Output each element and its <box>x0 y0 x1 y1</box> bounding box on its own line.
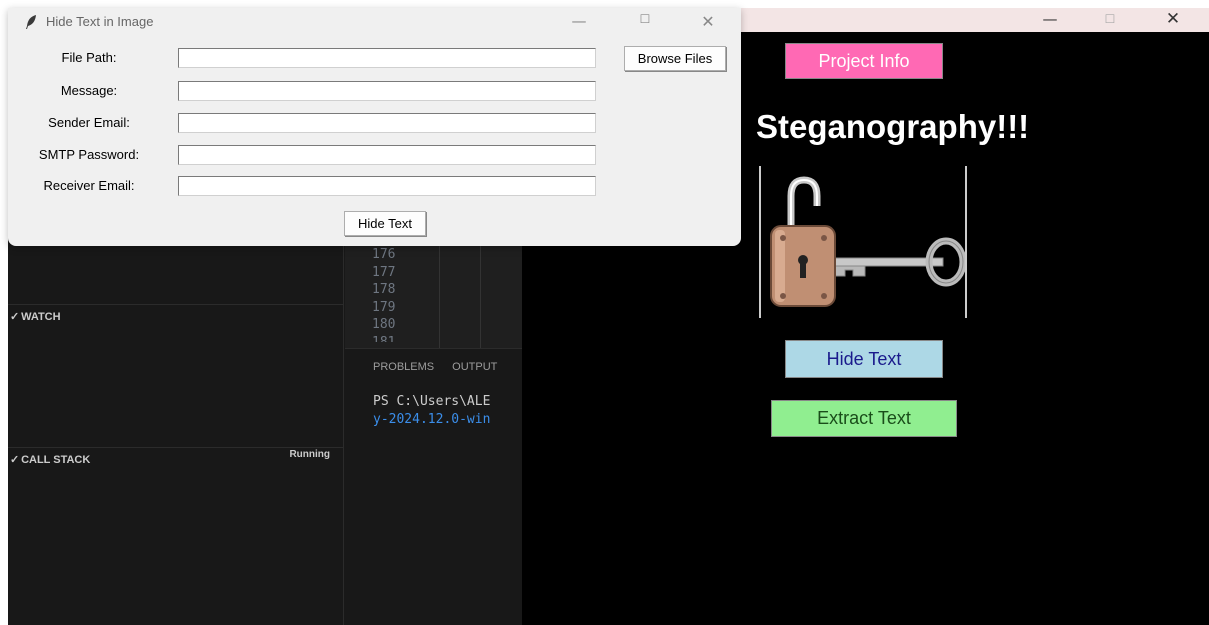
chevron-down-icon: ✓ <box>10 311 20 323</box>
extract-text-button[interactable]: Extract Text <box>771 400 957 437</box>
lock-image-frame <box>759 166 967 318</box>
hide-text-submit-button[interactable]: Hide Text <box>344 211 426 236</box>
dialog-titlebar[interactable]: Hide Text in Image — ☐ ✕ <box>8 8 741 38</box>
file-path-label: File Path: <box>61 50 117 65</box>
terminal-line: y-2024.12.0-win <box>373 412 491 427</box>
dialog-title: Hide Text in Image <box>46 14 154 29</box>
sender-email-input[interactable] <box>178 113 596 133</box>
sender-email-label: Sender Email: <box>48 115 130 130</box>
desktop: ✓ WATCH ✓ CALL STACK Running 176 177 178… <box>0 0 1209 625</box>
tab-output[interactable]: OUTPUT <box>452 361 497 373</box>
lock-key-icon <box>770 176 967 307</box>
terminal-line: PS C:\Users\ALE <box>373 394 491 409</box>
browse-files-button[interactable]: Browse Files <box>624 46 726 71</box>
callstack-status: Running <box>289 449 330 460</box>
smtp-password-label: SMTP Password: <box>38 147 140 162</box>
close-button[interactable]: ✕ <box>688 12 728 31</box>
watch-panel-header[interactable]: ✓ WATCH <box>8 306 344 328</box>
line-number: 177 <box>372 264 396 280</box>
maximize-button[interactable]: ☐ <box>625 12 665 26</box>
hide-text-dialog: Hide Text in Image — ☐ ✕ File Path: Mess… <box>8 8 741 246</box>
watch-header-label: WATCH <box>21 311 61 323</box>
line-number: 176 <box>372 247 396 262</box>
file-path-input[interactable] <box>178 48 596 68</box>
line-number: 181 <box>345 334 441 342</box>
receiver-email-input[interactable] <box>178 176 596 196</box>
minimize-button[interactable]: — <box>1027 8 1073 32</box>
terminal-tabs: PROBLEMS OUTPUT <box>373 361 515 373</box>
indent-guide <box>439 246 440 348</box>
message-label: Message: <box>60 83 118 98</box>
callstack-panel-header[interactable]: ✓ CALL STACK Running <box>8 449 344 471</box>
hide-text-button[interactable]: Hide Text <box>785 340 943 378</box>
feather-icon <box>26 15 36 29</box>
line-gutter: 176 177 178 179 180 181 <box>345 246 441 342</box>
message-input[interactable] <box>178 81 596 101</box>
maximize-button[interactable]: ☐ <box>1087 8 1133 32</box>
indent-guide <box>480 246 481 348</box>
smtp-password-input[interactable] <box>178 145 596 165</box>
panel-divider <box>8 304 344 305</box>
chevron-down-icon: ✓ <box>10 454 20 466</box>
close-button[interactable]: ✕ <box>1150 8 1196 32</box>
callstack-header-label: CALL STACK <box>21 454 91 466</box>
panel-divider <box>8 447 344 448</box>
minimize-button[interactable]: — <box>559 12 599 30</box>
page-title: Steganography!!! <box>756 108 1030 145</box>
line-number: 180 <box>372 317 396 332</box>
receiver-email-label: Receiver Email: <box>43 178 135 193</box>
terminal-panel[interactable]: PROBLEMS OUTPUT PS C:\Users\ALE y-2024.12… <box>345 348 522 625</box>
tab-problems[interactable]: PROBLEMS <box>373 361 434 373</box>
line-number: 179 <box>372 299 396 315</box>
line-number: 178 <box>372 282 396 297</box>
project-info-button[interactable]: Project Info <box>785 43 943 79</box>
